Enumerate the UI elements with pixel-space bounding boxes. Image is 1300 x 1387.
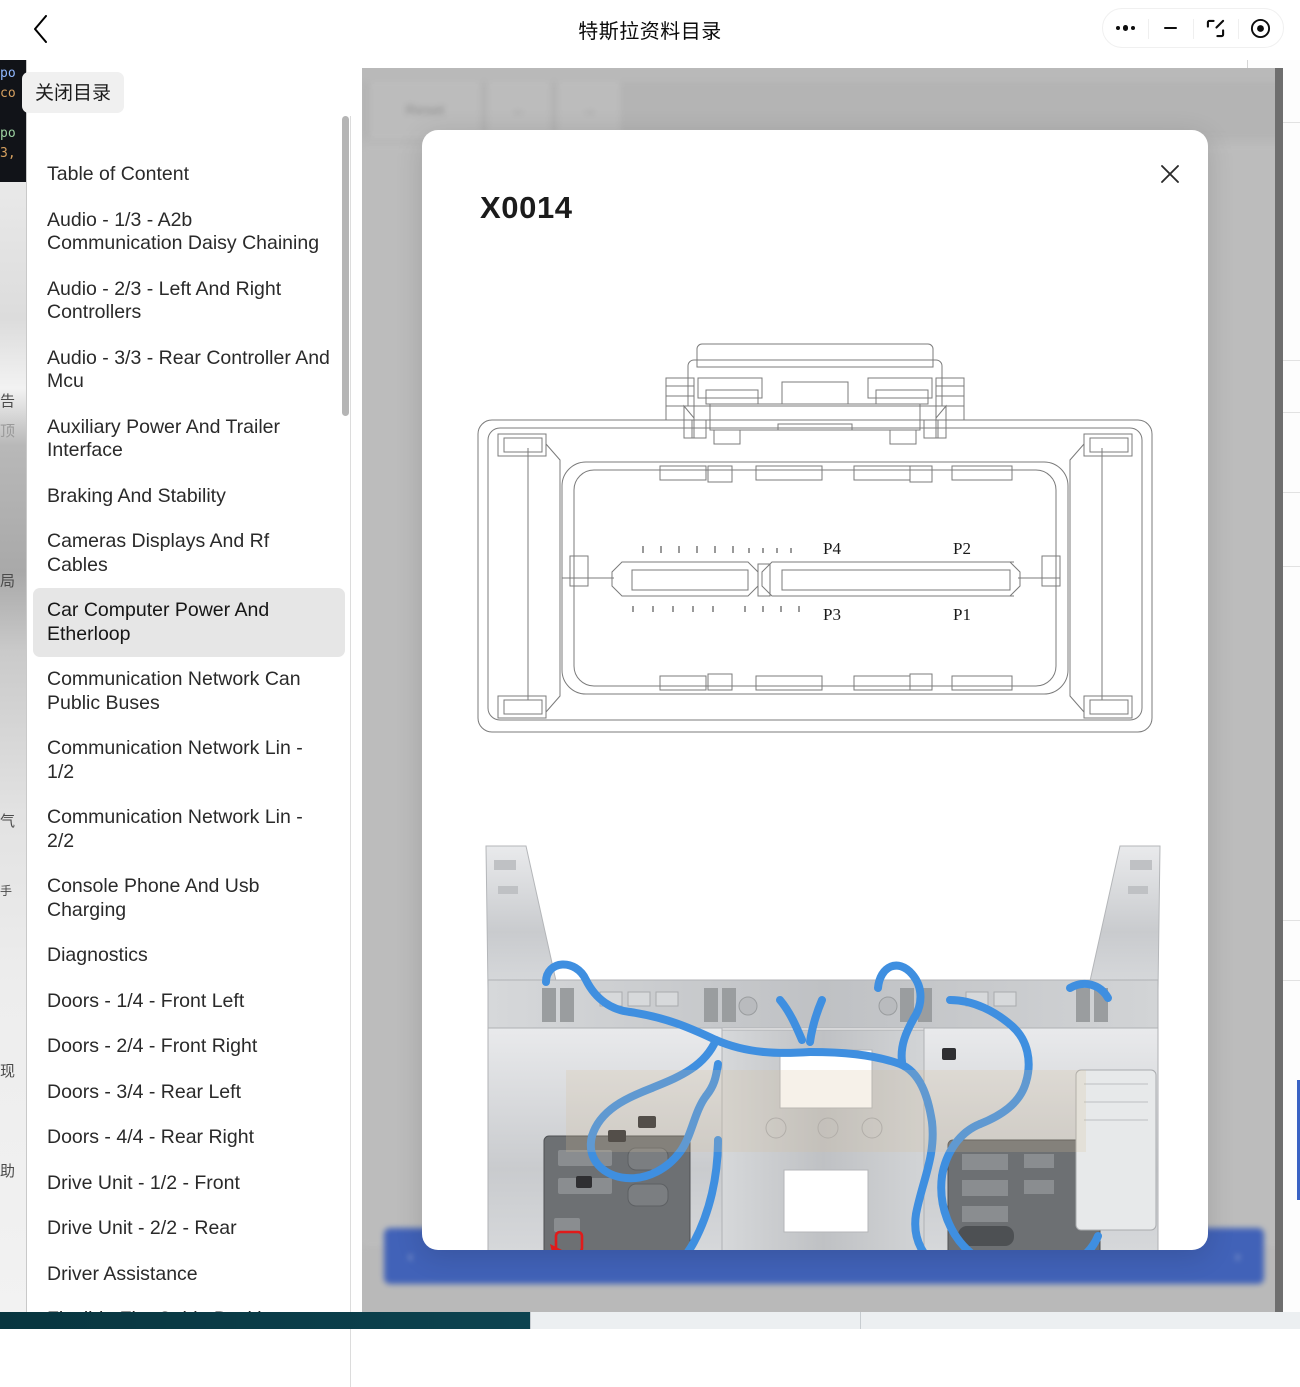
- more-dots-icon: [1116, 25, 1135, 31]
- toc-list[interactable]: Table of ContentAudio - 1/3 - A2b Commun…: [27, 116, 351, 1387]
- more-menu-button[interactable]: [1103, 9, 1148, 47]
- doc-action-right: ›: [1235, 1248, 1240, 1264]
- detail-modal: X0014: [422, 130, 1208, 1250]
- connector-diagram: P4 P2 P3 P1: [422, 338, 1208, 758]
- close-toc-button[interactable]: 关闭目录: [22, 72, 124, 113]
- toc-item[interactable]: Doors - 3/4 - Rear Left: [33, 1070, 345, 1116]
- toc-item[interactable]: Driver Assistance: [33, 1252, 345, 1298]
- expand-icon: [1206, 19, 1225, 38]
- pin-label-p3: P3: [823, 605, 841, 624]
- app-titlebar: 特斯拉资料目录: [0, 0, 1300, 58]
- close-icon: [1159, 163, 1181, 185]
- toc-item[interactable]: Audio - 3/3 - Rear Controller And Mcu: [33, 336, 345, 405]
- toc-item[interactable]: Audio - 1/3 - A2b Communication Daisy Ch…: [33, 198, 345, 267]
- toc-item[interactable]: Table of Content: [33, 152, 345, 198]
- toc-item[interactable]: Communication Network Lin - 1/2: [33, 726, 345, 795]
- connector-line-art: P4 P2 P3 P1: [470, 338, 1160, 738]
- toc-item[interactable]: Doors - 1/4 - Front Left: [33, 979, 345, 1025]
- modal-title: X0014: [480, 190, 573, 226]
- toc-item[interactable]: Drive Unit - 2/2 - Rear: [33, 1206, 345, 1252]
- taskbar-right-region: [530, 1312, 1300, 1329]
- app-window: 特斯拉资料目录: [0, 0, 1300, 1312]
- minimize-icon: [1164, 27, 1177, 30]
- toc-item[interactable]: Communication Network Can Public Buses: [33, 657, 345, 726]
- toc-item[interactable]: Doors - 2/4 - Front Right: [33, 1024, 345, 1070]
- harness-location-photo: [480, 840, 1166, 1250]
- pin-label-p2: P2: [953, 539, 971, 558]
- modal-scroll-area[interactable]: P4 P2 P3 P1: [422, 240, 1208, 1250]
- doc-action-left: ‹: [408, 1248, 413, 1264]
- toc-item[interactable]: Diagnostics: [33, 933, 345, 979]
- pin-label-p4: P4: [823, 539, 841, 558]
- toc-item[interactable]: Cameras Displays And Rf Cables: [33, 519, 345, 588]
- circle-dot-icon: [1250, 18, 1271, 39]
- toc-item[interactable]: Audio - 2/3 - Left And Right Controllers: [33, 267, 345, 336]
- miniprogram-capsule: [1102, 8, 1284, 48]
- toc-item[interactable]: Auxiliary Power And Trailer Interface: [33, 405, 345, 474]
- app-body: Reset ← → ‹ › X0014: [0, 58, 1300, 1312]
- toc-item[interactable]: Drive Unit - 1/2 - Front: [33, 1161, 345, 1207]
- toc-item[interactable]: Car Computer Power And Etherloop: [33, 588, 345, 657]
- table-of-contents-drawer: Table of ContentAudio - 1/3 - A2b Commun…: [27, 116, 351, 1387]
- harness-illustration: [480, 840, 1166, 1250]
- toc-item[interactable]: Communication Network Lin - 2/2: [33, 795, 345, 864]
- toc-scrollbar[interactable]: [342, 116, 349, 416]
- toc-item[interactable]: Console Phone And Usb Charging: [33, 864, 345, 933]
- close-app-button[interactable]: [1238, 9, 1283, 47]
- expand-button[interactable]: [1193, 9, 1238, 47]
- minimize-button[interactable]: [1148, 9, 1193, 47]
- modal-close-button[interactable]: [1154, 158, 1186, 190]
- os-taskbar: [0, 1312, 1300, 1329]
- toc-item[interactable]: Braking And Stability: [33, 474, 345, 520]
- toc-item[interactable]: Doors - 4/4 - Rear Right: [33, 1115, 345, 1161]
- pin-label-p1: P1: [953, 605, 971, 624]
- document-scrollbar[interactable]: [1275, 68, 1283, 1312]
